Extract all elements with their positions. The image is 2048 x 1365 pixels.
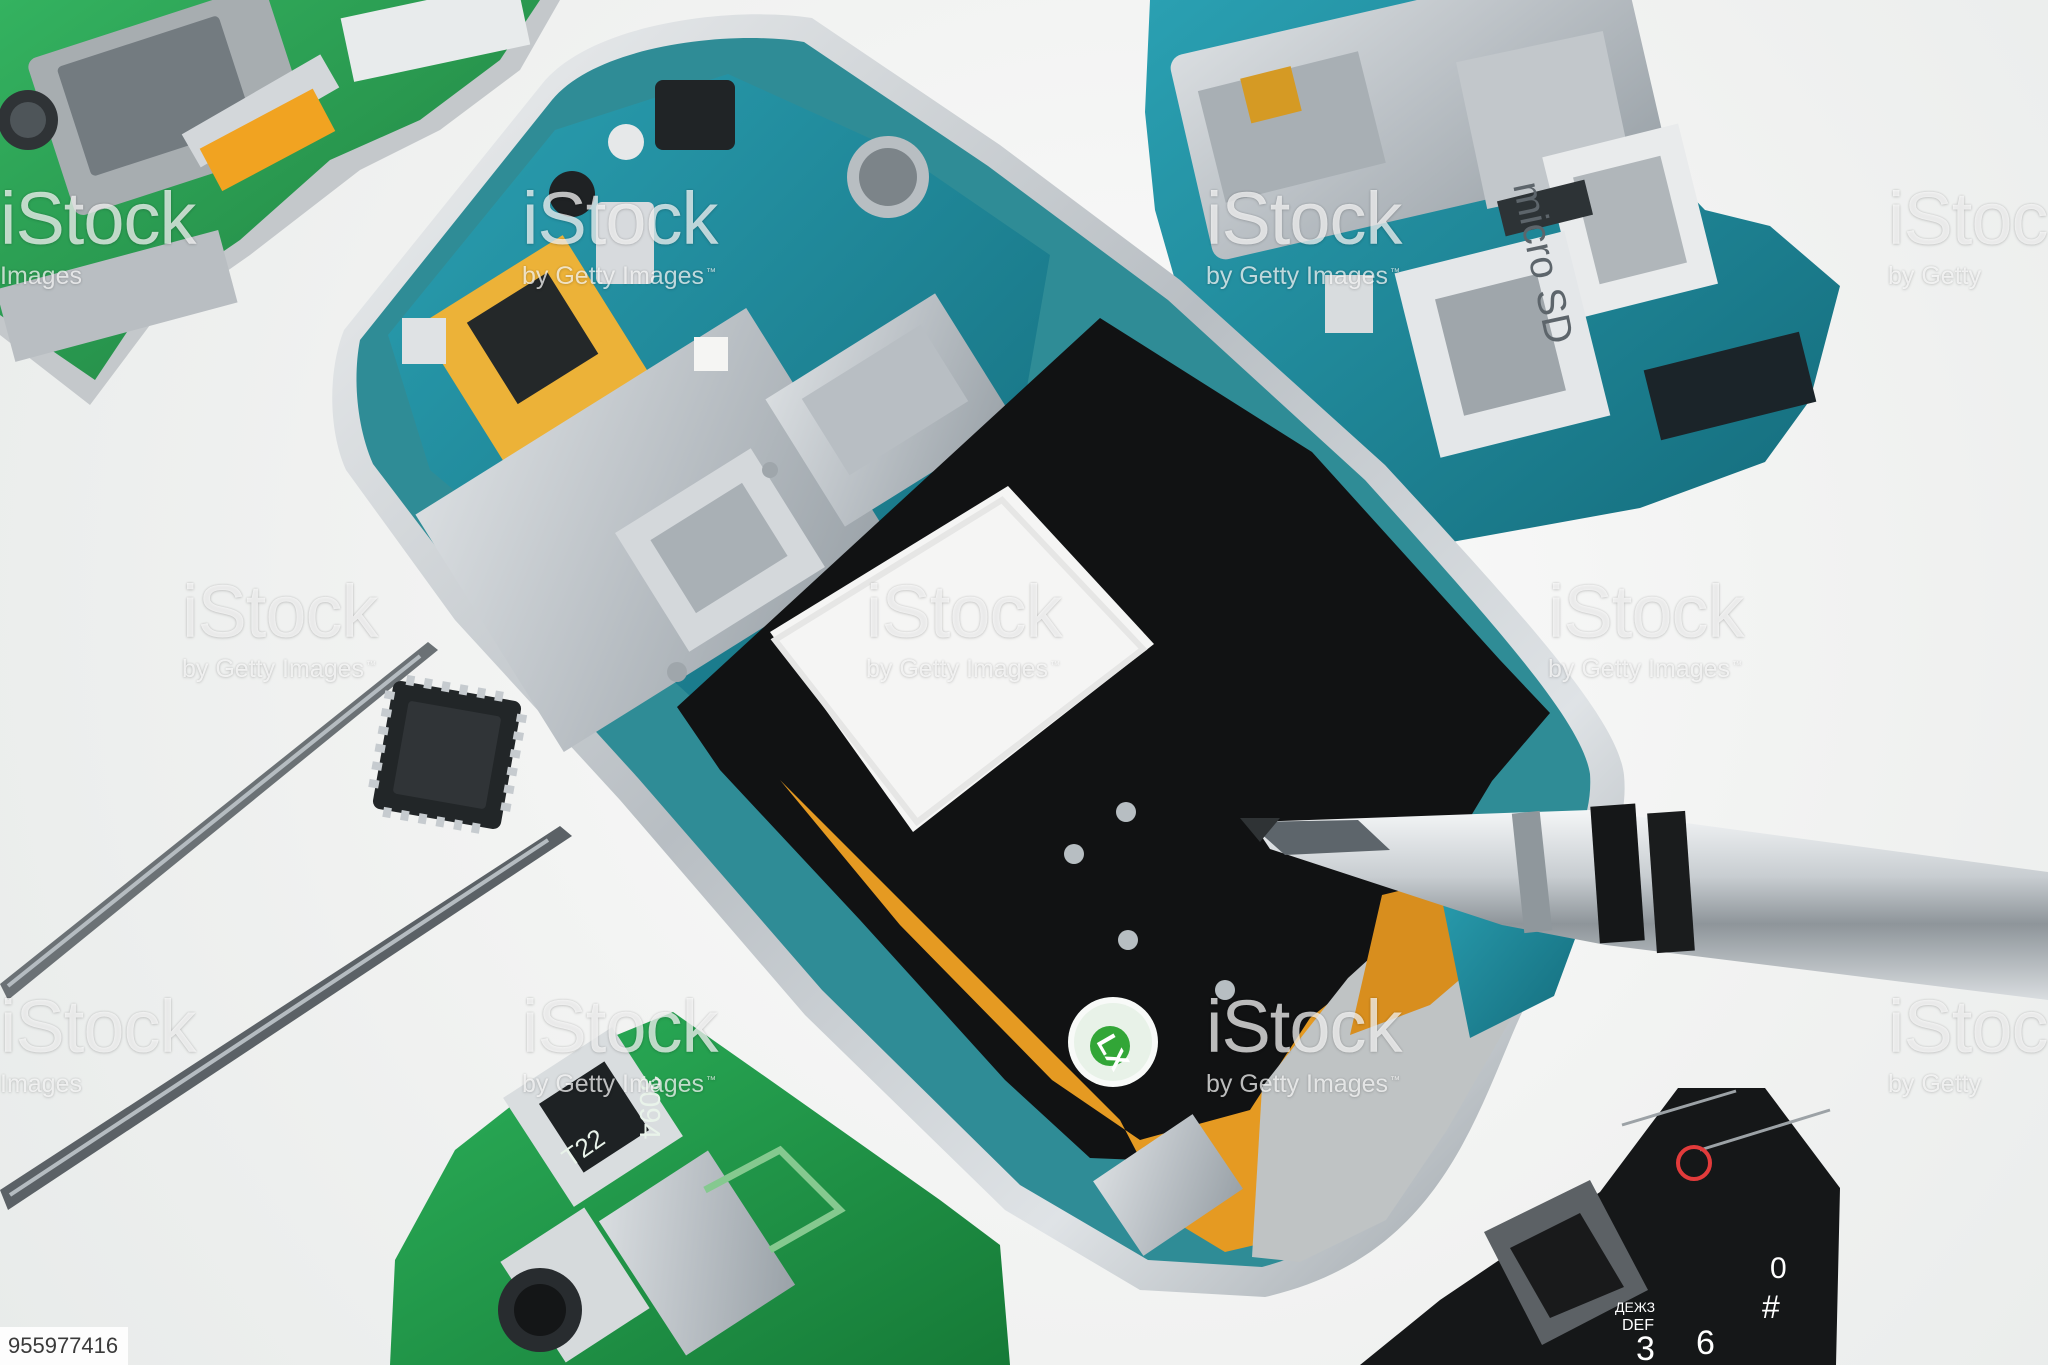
keypad-key-6: 6 — [1696, 1324, 1715, 1362]
loose-microchip — [368, 674, 528, 834]
board-code-label: 3094 — [633, 1075, 665, 1140]
photo-stage: micro SD LX 3094 T22 3 6 # 0 DEF ДЕЖЗ iS… — [0, 0, 2048, 1365]
keypad-key-0: 0 — [1770, 1252, 1787, 1285]
image-id-label: 955977416 — [0, 1327, 129, 1365]
keypad-key-3: 3 — [1636, 1330, 1655, 1365]
keypad-def-label: DEF — [1622, 1317, 1654, 1334]
keypad-cyrillic-label: ДЕЖЗ — [1615, 1299, 1655, 1315]
keypad-key-hash: # — [1762, 1289, 1780, 1325]
phone-repair-photo: micro SD LX 3094 T22 3 6 # 0 DEF ДЕЖЗ — [0, 0, 2048, 1365]
